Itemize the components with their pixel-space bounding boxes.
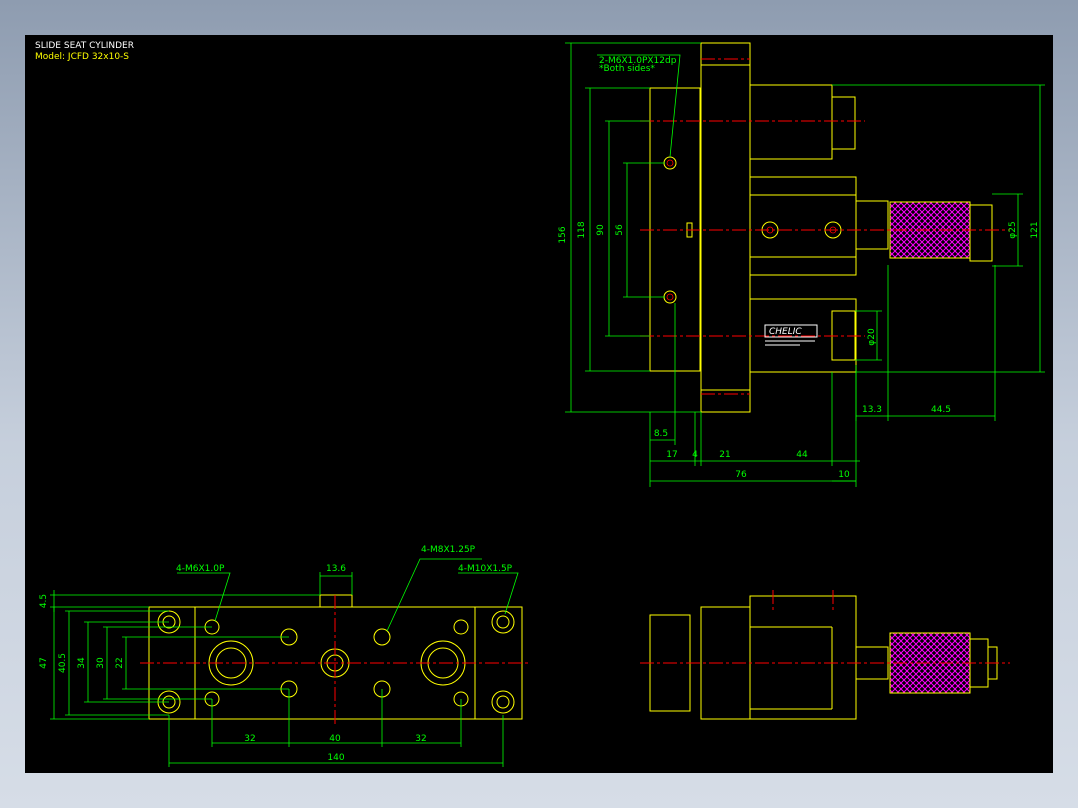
dim-76: 76	[735, 470, 747, 480]
dim-44: 44	[796, 450, 808, 460]
dim-21: 21	[719, 450, 730, 460]
cad-viewport[interactable]: SLIDE SEAT CYLINDER Model: JCFD 32x10-S	[25, 35, 1053, 773]
dim-phi20: φ20	[867, 328, 877, 346]
cad-drawing: CHELIC 2-M6X1.0PX12dp *Both sides* 156 1…	[39, 42, 1045, 767]
top-view-centerlines	[140, 595, 531, 725]
dim-17: 17	[666, 450, 677, 460]
dim-10: 10	[838, 470, 850, 480]
logo-text: CHELIC	[769, 327, 802, 337]
callout-m6: 4-M6X1.0P	[176, 564, 225, 574]
dim-44-5: 44.5	[931, 405, 951, 415]
dim-34: 34	[77, 657, 87, 669]
dim-40: 40	[329, 734, 341, 744]
dim-47: 47	[39, 657, 49, 668]
side-callout-note: *Both sides*	[599, 64, 655, 74]
dim-90: 90	[596, 224, 606, 236]
top-view: 4-M6X1.0P 4-M8X1.25P 4-M10X1.5P 13.6 4.5…	[39, 545, 531, 767]
dim-156: 156	[558, 226, 568, 243]
dim-140: 140	[327, 753, 344, 763]
dim-121: 121	[1030, 221, 1040, 238]
side-view: CHELIC 2-M6X1.0PX12dp *Both sides* 156 1…	[558, 42, 1045, 487]
dim-56: 56	[615, 224, 625, 236]
front-view	[640, 590, 1010, 720]
side-view-dimension-lines	[565, 42, 1045, 487]
dim-4: 4	[692, 450, 698, 460]
top-view-dimension-texts: 4-M6X1.0P 4-M8X1.25P 4-M10X1.5P 13.6 4.5…	[39, 545, 513, 763]
chelic-logo: CHELIC	[764, 324, 818, 346]
callout-m10: 4-M10X1.5P	[458, 564, 513, 574]
dim-13-3: 13.3	[862, 405, 882, 415]
dim-30: 30	[96, 657, 106, 669]
dim-22: 22	[115, 657, 125, 668]
dim-40-5: 40.5	[58, 653, 68, 673]
dim-32-right: 32	[415, 734, 426, 744]
dim-118: 118	[577, 221, 587, 238]
dim-phi25: φ25	[1008, 221, 1018, 238]
dim-8-5: 8.5	[654, 429, 668, 439]
callout-m8: 4-M8X1.25P	[421, 545, 476, 555]
dim-4-5: 4.5	[39, 594, 49, 608]
dim-32-left: 32	[244, 734, 255, 744]
dim-13-6: 13.6	[326, 564, 346, 574]
